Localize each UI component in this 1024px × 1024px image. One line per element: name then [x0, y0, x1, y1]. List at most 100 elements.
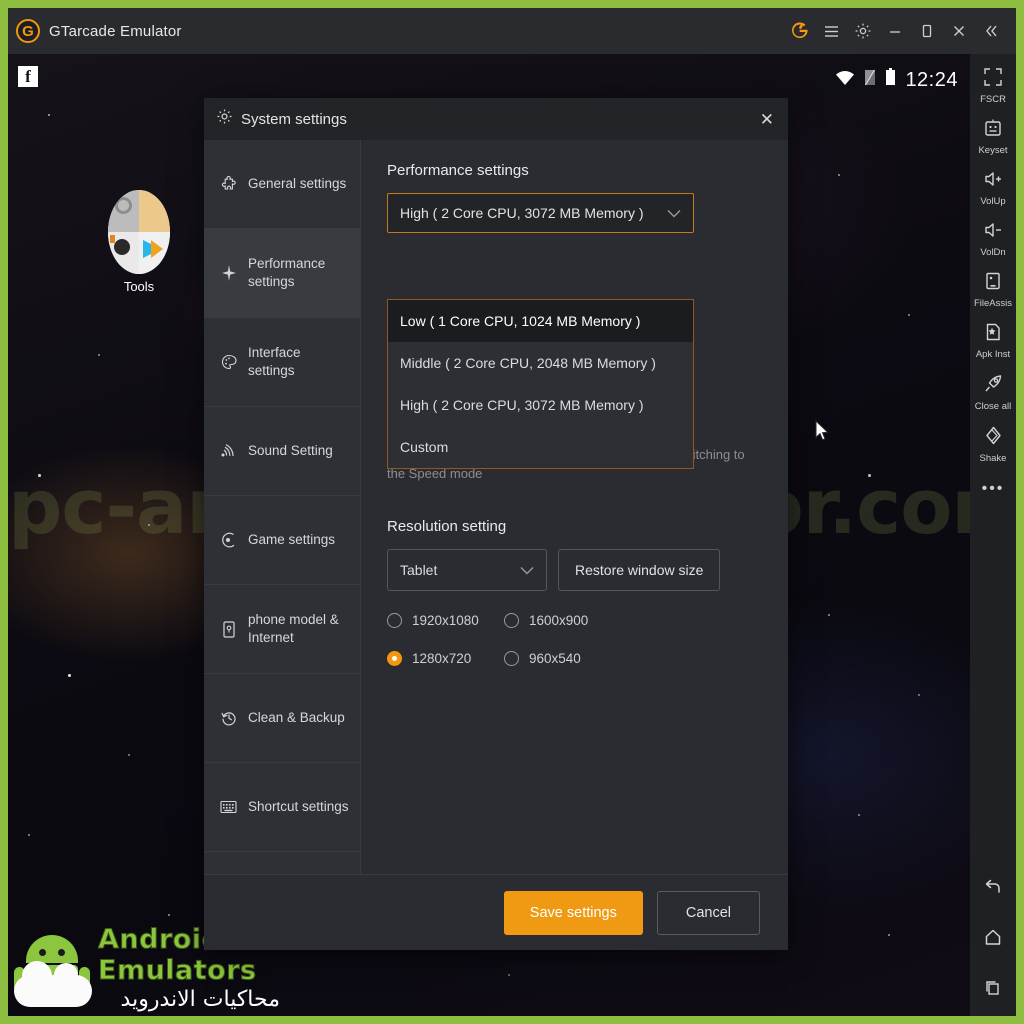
- toolbar-label: VolDn: [980, 247, 1006, 258]
- nav-back-button[interactable]: [970, 863, 1016, 914]
- dialog-header: System settings ✕: [204, 98, 788, 140]
- app-title: GTarcade Emulator: [49, 22, 182, 40]
- sidebar-item-label: General settings: [248, 175, 347, 191]
- toolbar-item-voldn[interactable]: VolDn: [970, 213, 1016, 264]
- performance-dropdown-list[interactable]: Low ( 1 Core CPU, 1024 MB Memory ) Middl…: [387, 299, 694, 469]
- radio-960x540-icon[interactable]: [504, 650, 519, 666]
- dialog-main-panel: Performance settings High ( 2 Core CPU, …: [361, 140, 829, 874]
- toolbar-item-keyset[interactable]: Keyset: [970, 111, 1016, 162]
- toolbar-label: FileAssis: [973, 298, 1012, 309]
- toolbar-label: Apk Inst: [975, 349, 1011, 360]
- sidebar-item-label: Sound Setting: [248, 442, 333, 458]
- radio-1600x900-icon[interactable]: [504, 612, 519, 628]
- facebook-icon[interactable]: f: [18, 66, 38, 87]
- sidebar-item-label: phone model & Internet: [248, 611, 339, 645]
- resolution-controls-row: Tablet Restore window size: [387, 548, 762, 591]
- apk-install-icon: [983, 322, 1003, 347]
- minimize-icon[interactable]: [880, 14, 910, 48]
- nav-recents-button[interactable]: [970, 965, 1016, 1016]
- gear-icon: [216, 108, 233, 130]
- shake-icon: [983, 425, 1004, 451]
- dialog-footer: Save settings Cancel: [204, 874, 788, 950]
- fullscreen-icon: [983, 67, 1003, 92]
- android-robot-icon: [12, 929, 92, 1007]
- sidebar-item-general-settings[interactable]: General settings: [204, 140, 360, 229]
- chevron-down-icon: [667, 205, 681, 221]
- resolution-option-label: 960x540: [529, 650, 581, 666]
- toolbar-item-close-all[interactable]: Close all: [970, 366, 1016, 418]
- performance-select[interactable]: High ( 2 Core CPU, 3072 MB Memory ): [387, 193, 694, 233]
- performance-section-title: Performance settings: [387, 162, 529, 179]
- pulse-icon: [220, 264, 237, 282]
- menu-icon[interactable]: [816, 14, 846, 48]
- gamepad-icon: [220, 532, 237, 548]
- device-type-value: Tablet: [400, 561, 438, 578]
- history-icon: [220, 710, 237, 726]
- chevron-down-icon: [520, 562, 534, 578]
- toolbar-label: Close all: [974, 401, 1012, 412]
- resolution-option-960x540[interactable]: 960x540: [504, 650, 762, 666]
- sidebar-item-game-settings[interactable]: Game settings: [204, 496, 360, 585]
- dialog-body: General settings Performance settings In…: [204, 140, 829, 874]
- toolbar-label: Keyset: [978, 145, 1008, 156]
- palette-icon: [220, 354, 237, 370]
- folder-icon: [108, 190, 170, 274]
- device-type-select[interactable]: Tablet: [387, 548, 547, 591]
- dropdown-option-middle[interactable]: Middle ( 2 Core CPU, 2048 MB Memory ): [388, 342, 693, 384]
- dropdown-option-low[interactable]: Low ( 1 Core CPU, 1024 MB Memory ): [388, 300, 693, 342]
- cancel-button[interactable]: Cancel: [656, 890, 760, 935]
- dialog-sidebar: General settings Performance settings In…: [204, 140, 361, 874]
- toolbar-item-fscr[interactable]: FSCR: [970, 60, 1016, 111]
- collapse-icon[interactable]: [976, 14, 1006, 48]
- window-controls: [784, 14, 1016, 48]
- resolution-option-1600x900[interactable]: 1600x900: [504, 612, 762, 628]
- back-icon: [982, 876, 1004, 901]
- toolbar-item-fileassis[interactable]: FileAssis: [970, 264, 1016, 315]
- gear-icon[interactable]: [848, 14, 878, 48]
- side-toolbar: FSCR Keyset VolUp VolDn FileAssis Apk In…: [970, 54, 1016, 1016]
- radio-1920x1080-icon[interactable]: [387, 612, 402, 628]
- resolution-option-label: 1280x720: [412, 650, 472, 666]
- sidebar-item-label: Interface settings: [248, 344, 301, 378]
- keyboard-icon: [220, 800, 237, 814]
- puzzle-icon: [220, 176, 237, 192]
- sidebar-item-performance-settings[interactable]: Performance settings: [204, 229, 360, 318]
- sidebar-item-label: Clean & Backup: [248, 709, 345, 725]
- title-bar-left: G GTarcade Emulator: [8, 19, 182, 43]
- app-window: G GTarcade Emulator f 12:24 Tools Androi…: [8, 8, 1016, 1016]
- restore-window-size-button[interactable]: Restore window size: [558, 548, 721, 591]
- sidebar-item-shortcut-settings[interactable]: Shortcut settings: [204, 763, 360, 852]
- dropdown-option-high[interactable]: High ( 2 Core CPU, 3072 MB Memory ): [388, 384, 693, 426]
- dialog-title: System settings: [241, 110, 347, 128]
- resolution-option-1280x720[interactable]: 1280x720: [387, 650, 504, 666]
- sidebar-item-clean-backup[interactable]: Clean & Backup: [204, 674, 360, 763]
- sidebar-item-phone-model-internet[interactable]: phone model & Internet: [204, 585, 360, 674]
- resolution-section-title: Resolution setting: [387, 517, 507, 535]
- g-logo-icon[interactable]: [784, 14, 814, 48]
- toolbar-item-volup[interactable]: VolUp: [970, 162, 1016, 213]
- resolution-option-label: 1600x900: [529, 612, 589, 628]
- dialog-close-icon[interactable]: ✕: [760, 111, 774, 128]
- close-icon[interactable]: [944, 14, 974, 48]
- home-icon: [982, 927, 1004, 952]
- toolbar-item-shake[interactable]: Shake: [970, 418, 1016, 470]
- dropdown-option-custom[interactable]: Custom: [388, 426, 693, 468]
- performance-select-value: High ( 2 Core CPU, 3072 MB Memory ): [400, 205, 644, 221]
- signal-icon: [864, 69, 876, 92]
- resolution-option-1920x1080[interactable]: 1920x1080: [387, 612, 504, 628]
- resolution-block: Resolution setting Tablet Restore window…: [387, 518, 762, 666]
- keyset-icon: [983, 118, 1003, 143]
- nav-home-button[interactable]: [970, 914, 1016, 965]
- toolbar-item-apk-inst[interactable]: Apk Inst: [970, 315, 1016, 366]
- maximize-icon[interactable]: [912, 14, 942, 48]
- status-clock: 12:24: [905, 68, 958, 91]
- volume-down-icon: [983, 220, 1003, 245]
- toolbar-more-icon[interactable]: •••: [982, 470, 1005, 498]
- sidebar-item-interface-settings[interactable]: Interface settings: [204, 318, 360, 407]
- sidebar-item-sound-setting[interactable]: Sound Setting: [204, 407, 360, 496]
- volume-up-icon: [983, 169, 1003, 194]
- save-settings-button[interactable]: Save settings: [503, 890, 643, 935]
- watermark-ar: محاكيات الاندرويد: [120, 987, 280, 1012]
- desktop-folder-tools[interactable]: Tools: [106, 190, 172, 294]
- radio-1280x720-icon[interactable]: [387, 650, 402, 666]
